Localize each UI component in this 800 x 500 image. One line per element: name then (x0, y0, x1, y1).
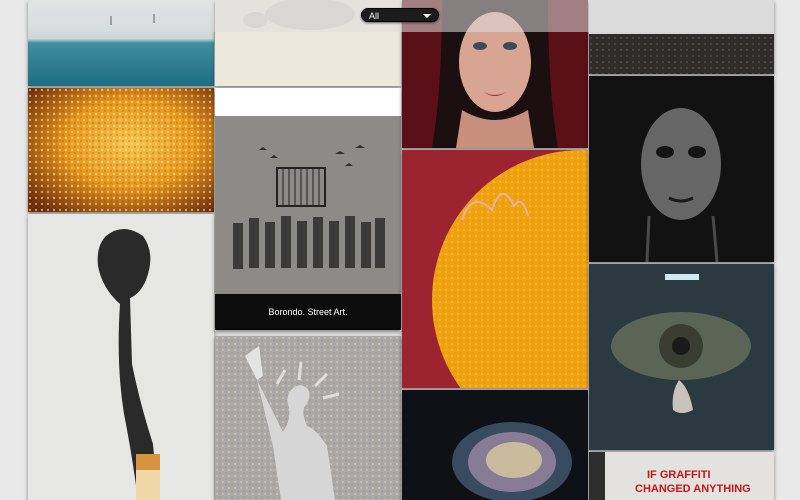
tile-statue-of-liberty[interactable] (215, 336, 401, 500)
tile-caption: Borondo. Street Art. (215, 294, 401, 330)
tile-burnt-match-head[interactable] (28, 214, 214, 500)
tile-graffiti-text[interactable]: IF GRAFFITI CHANGED ANYTHING (589, 452, 774, 500)
tile-red-haired-woman[interactable] (402, 0, 588, 148)
chevron-down-icon (423, 14, 431, 18)
tile-ghost-face[interactable] (589, 76, 774, 262)
tile-beach-figures[interactable] (28, 0, 214, 86)
filter-selected-label: All (369, 11, 380, 21)
tile-eye-graffiti[interactable] (589, 264, 774, 450)
gallery-grid: Borondo. Street Art. IF GRAFFITI CHANGED… (28, 0, 774, 500)
category-filter-dropdown[interactable]: All (361, 8, 439, 22)
tile-sun-eruption[interactable] (402, 150, 588, 388)
tile-light-painting[interactable] (402, 390, 588, 500)
graffiti-line-1: IF GRAFFITI (647, 469, 711, 481)
tile-dark-texture[interactable] (589, 0, 774, 74)
graffiti-line-2: CHANGED ANYTHING (635, 483, 751, 495)
tile-orange-mosaic[interactable] (28, 88, 214, 212)
